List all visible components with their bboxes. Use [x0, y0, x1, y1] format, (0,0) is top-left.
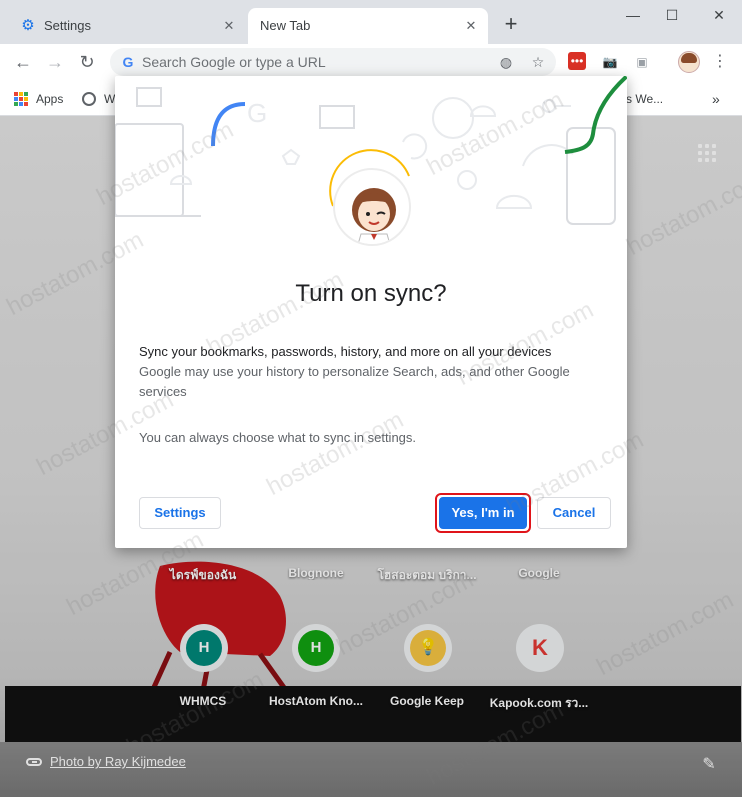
- tab-strip: ⚙ Settings ✕ New Tab ✕ + — ☐ ✕: [0, 0, 742, 44]
- dialog-body: Sync your bookmarks, passwords, history,…: [139, 342, 579, 402]
- bookmark-item[interactable]: W: [82, 90, 115, 108]
- google-g-icon: G: [122, 54, 134, 70]
- dialog-note: You can always choose what to sync in se…: [139, 430, 417, 445]
- extension-icon[interactable]: ▣: [632, 52, 652, 72]
- tab-settings-label: Settings: [44, 18, 91, 33]
- tab-close-icon[interactable]: ✕: [462, 17, 480, 35]
- apps-grid-icon: [14, 92, 28, 106]
- bookmark-apps-label: Apps: [36, 92, 64, 106]
- new-tab-button[interactable]: +: [500, 13, 522, 36]
- tab-new-tab[interactable]: New Tab ✕: [248, 8, 488, 44]
- dialog-body-line1: Sync your bookmarks, passwords, history,…: [139, 344, 552, 359]
- tab-close-icon[interactable]: ✕: [220, 17, 238, 35]
- reload-icon[interactable]: ↻: [74, 49, 100, 75]
- tab-new-tab-label: New Tab: [260, 18, 311, 33]
- dialog-title: Turn on sync?: [295, 280, 447, 307]
- settings-button[interactable]: Settings: [139, 497, 221, 529]
- bookmark-item-label: W: [104, 92, 116, 106]
- browser-toolbar: ← → ↻ G ◍ ☆ ••• 📷 ▣ ⋮: [0, 44, 742, 80]
- dialog-body-line2: Google may use your history to personali…: [139, 364, 570, 399]
- globe-icon: [82, 92, 96, 106]
- omnibox[interactable]: G ◍ ☆: [110, 48, 556, 76]
- bookmark-item-right[interactable]: s We...: [626, 90, 663, 108]
- gear-icon: ⚙: [21, 17, 35, 34]
- lastpass-extension-icon[interactable]: •••: [568, 52, 586, 70]
- bookmark-apps[interactable]: Apps: [14, 90, 63, 108]
- maximize-icon[interactable]: ☐: [657, 4, 687, 26]
- camera-extension-icon[interactable]: 📷: [600, 52, 620, 72]
- user-avatar: [333, 168, 411, 246]
- cancel-button[interactable]: Cancel: [537, 497, 611, 529]
- tab-settings[interactable]: ⚙ Settings ✕: [8, 8, 246, 44]
- minimize-icon[interactable]: —: [618, 4, 648, 26]
- profile-avatar-icon[interactable]: [678, 51, 700, 73]
- bookmarks-overflow-icon[interactable]: »: [712, 90, 720, 108]
- sync-dialog: G Turn on sync? Sync your bookmarks, pas…: [115, 76, 627, 548]
- bookmark-item-right-label: s We...: [626, 92, 664, 106]
- back-arrow-icon[interactable]: ←: [10, 49, 36, 75]
- svg-text:G: G: [247, 98, 267, 128]
- address-input[interactable]: [142, 53, 482, 71]
- forward-arrow-icon[interactable]: →: [42, 49, 68, 75]
- star-bookmark-icon[interactable]: ☆: [530, 54, 546, 70]
- kebab-menu-icon[interactable]: ⋮: [710, 50, 730, 74]
- cookie-blocked-icon[interactable]: ◍: [498, 54, 514, 70]
- yes-im-in-button[interactable]: Yes, I'm in: [439, 497, 527, 529]
- window-close-icon[interactable]: ✕: [704, 4, 734, 26]
